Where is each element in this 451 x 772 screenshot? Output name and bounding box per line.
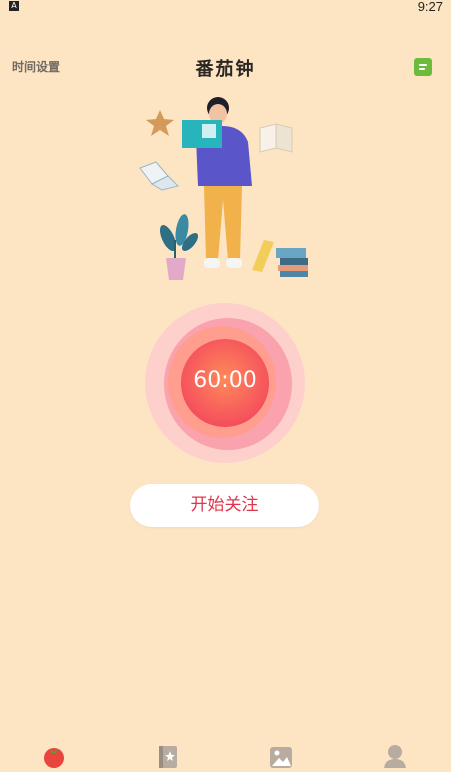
potted-plant xyxy=(159,214,199,280)
header: 时间设置 番茄钟 xyxy=(0,50,451,86)
reading-illustration xyxy=(130,90,320,290)
star-book-icon[interactable] xyxy=(155,742,181,768)
status-time: 9:27 xyxy=(417,0,443,14)
page-title: 番茄钟 xyxy=(195,59,256,80)
book-stack xyxy=(252,240,308,277)
timer-display: 60:00 xyxy=(193,368,257,393)
star-decoration xyxy=(146,110,174,136)
pomodoro-timer[interactable]: 60:00 xyxy=(142,300,308,466)
tomato-icon[interactable] xyxy=(41,742,67,768)
bottom-tab-bar xyxy=(0,738,451,770)
flying-book-right xyxy=(259,123,293,153)
status-indicator: A xyxy=(9,1,19,11)
status-bar: A 9:27 xyxy=(0,0,451,14)
profile-icon[interactable] xyxy=(382,742,408,770)
gallery-icon[interactable] xyxy=(268,742,294,768)
flying-book-left xyxy=(139,161,179,191)
start-focus-button[interactable]: 开始关注 xyxy=(130,484,319,527)
notes-icon[interactable] xyxy=(414,58,432,76)
